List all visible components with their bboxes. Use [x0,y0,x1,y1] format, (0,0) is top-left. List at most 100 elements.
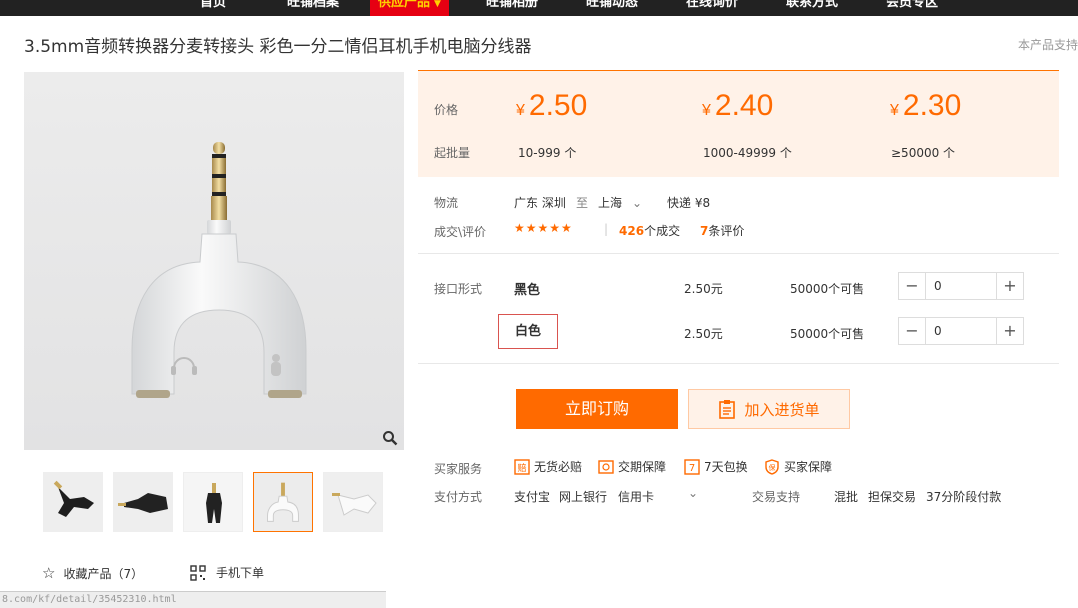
clipboard-icon [719,400,736,419]
sku-stock: 50000个可售 [790,327,865,341]
deals-number: 426 [619,224,645,238]
payment-method: 支付宝 [514,490,551,504]
svg-text:保: 保 [769,463,776,472]
thumbnail-1[interactable] [43,472,103,532]
thumbnail-image [184,473,242,531]
svg-text:赔: 赔 [517,462,526,474]
nav-products[interactable]: 供应产品 ▼ [370,0,449,16]
service-item[interactable]: 保 买家保障 [764,458,832,475]
deals-suffix: 个成交 [644,224,681,238]
service-item[interactable]: 7 7天包换 [684,458,748,475]
support-note: 本产品支持 [1017,38,1078,52]
quantity-input[interactable]: 0 [926,273,996,299]
increase-button[interactable]: + [996,318,1023,344]
currency-symbol: ¥ [702,102,711,119]
increase-button[interactable]: + [996,273,1023,299]
quantity-stepper: − 0 + [898,272,1024,300]
favorite-label: 收藏产品（7） [63,566,144,581]
quantity-stepper: − 0 + [898,317,1024,345]
seven-day-exchange-icon: 7 [684,458,700,475]
quantity-input[interactable]: 0 [926,318,996,344]
thumbnail-2[interactable] [113,472,173,532]
destination-label: 上海 [598,196,623,210]
trade-method: 37分阶段付款 [926,490,1002,504]
rating-label: 成交\评价 [434,225,487,239]
chevron-down-icon[interactable]: ⌄ [688,486,698,500]
svg-text:7: 7 [689,463,695,474]
logistics-destination[interactable]: 上海 ⌄ [598,194,642,211]
logistics-origin: 广东 深圳 [514,196,566,210]
services-label: 买家服务 [434,462,483,476]
deals-count[interactable]: 426个成交 [619,222,680,239]
mobile-order[interactable]: 手机下单 [190,564,264,581]
divider-line [418,363,1059,364]
divider: | [604,222,609,236]
price-label: 价格 [434,103,459,117]
decrease-button[interactable]: − [899,273,926,299]
top-nav: 首页 旺铺档案 供应产品 ▼ 旺铺相册 旺铺动态 在线询价 联系方式 会员专区 [0,0,1078,16]
browser-status-url: 8.com/kf/detail/35452310.html [0,591,386,608]
price-value: 2.30 [902,89,962,122]
zoom-icon[interactable] [382,430,398,446]
nav-contact[interactable]: 联系方式 [786,0,838,16]
add-to-cart-button[interactable]: 加入进货单 [688,389,850,429]
thumbnail-3[interactable] [183,472,243,532]
decrease-button[interactable]: − [899,318,926,344]
sku-stock: 50000个可售 [790,282,865,296]
delivery-guarantee-icon [598,459,614,474]
caret-down-icon: ▼ [434,0,441,9]
thumbnail-4-selected[interactable] [253,472,313,532]
nav-news[interactable]: 旺铺动态 [586,0,638,16]
product-illustration [24,72,404,450]
payment-method: 网上银行 [559,490,608,504]
price-value: 2.50 [528,89,588,122]
divider-line [418,253,1059,254]
trade-method: 担保交易 [868,490,917,504]
shipping-fee: 快递 ¥8 [667,196,711,210]
nav-inquiry[interactable]: 在线询价 [686,0,738,16]
payment-label: 支付方式 [434,490,483,504]
shield-icon: 保 [765,458,779,475]
currency-symbol: ¥ [516,102,525,119]
service-label: 交期保障 [618,460,667,474]
trade-label: 交易支持 [752,490,801,504]
price-tier-3: ¥2.30 [890,89,961,123]
qty-range-3: ≥50000 个 [891,146,956,160]
thumbnail-image [254,473,312,531]
main-product-image[interactable] [24,72,404,450]
star-outline-icon: ☆ [42,564,56,582]
mobile-order-label: 手机下单 [216,566,265,580]
sku-option-white-selected[interactable]: 白色 [498,314,558,349]
nav-album[interactable]: 旺铺相册 [486,0,538,16]
sku-price: 2.50元 [684,282,723,296]
price-panel: 价格 起批量 ¥2.50 ¥2.40 ¥2.30 10-999 个 1000-4… [418,70,1059,177]
qr-code-icon [190,564,206,581]
service-label: 买家保障 [784,460,833,474]
service-label: 无货必赔 [534,460,583,474]
payment-method: 信用卡 [618,490,655,504]
service-item[interactable]: 交期保障 [598,458,666,475]
nav-shop-profile[interactable]: 旺铺档案 [287,0,339,16]
compensation-icon: 赔 [514,458,530,475]
price-value: 2.40 [714,89,774,122]
thumbnail-5[interactable] [323,472,383,532]
thumbnail-image [114,473,172,531]
chevron-down-icon: ⌄ [632,196,643,210]
reviews-count[interactable]: 7条评价 [700,222,744,239]
price-tier-2: ¥2.40 [702,89,773,123]
favorite-product[interactable]: ☆ 收藏产品（7） [42,564,143,582]
qty-range-2: 1000-49999 个 [703,146,792,160]
logistics-label: 物流 [434,196,459,210]
sku-option-black[interactable]: 黑色 [514,279,540,298]
thumbnail-image [44,473,102,531]
trade-method: 混批 [834,490,859,504]
nav-products-label: 供应产品 [378,0,431,10]
sku-label: 接口形式 [434,282,483,296]
logistics-to: 至 [576,196,589,210]
nav-member[interactable]: 会员专区 [886,0,938,16]
reviews-suffix: 条评价 [708,224,745,238]
thumbnail-image [324,473,382,531]
buy-now-button[interactable]: 立即订购 [516,389,678,429]
nav-home[interactable]: 首页 [200,0,226,16]
service-item[interactable]: 赔 无货必赔 [514,458,582,475]
